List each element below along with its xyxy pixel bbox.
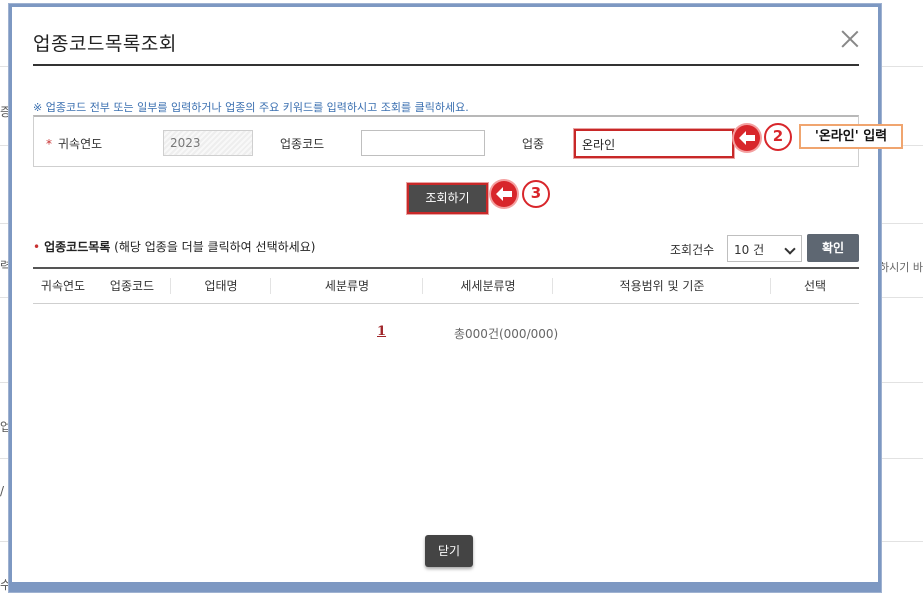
col-sub-subcategory: 세세분류명 [423,269,553,303]
industry-code-table: 귀속연도 업종코드 업태명 세분류명 세세분류명 적용범위 및 기준 선택 1 … [33,267,859,341]
col-business-type: 업태명 [171,269,271,303]
year-label-group: * 귀속연도 [46,135,102,152]
code-label: 업종코드 [280,137,325,151]
dialog-title: 업종코드목록조회 [33,33,177,55]
col-select: 선택 [803,279,827,293]
search-button[interactable]: 조회하기 [406,182,489,215]
step-2-callout: '온라인' 입력 [799,124,903,149]
pagination: 1 총000건(000/000) [33,324,859,341]
count-select[interactable]: 10 건 [727,235,802,262]
list-title-text: 업종코드목록 [44,240,111,254]
search-notice: ※ 업종코드 전부 또는 일부를 입력하거나 업종의 주요 키워드를 입력하시고… [33,101,469,114]
year-field: 2023 [163,130,253,156]
page-link-1[interactable]: 1 [377,324,386,339]
col-subcategory: 세분류명 [271,269,423,303]
title-divider [33,64,859,66]
col-scope: 적용범위 및 기준 [553,269,771,303]
list-title: • 업종코드목록 (해당 업종을 더블 클릭하여 선택하세요) [33,238,315,255]
step-2-badge: 2 [764,123,792,151]
chevron-down-icon [784,243,796,255]
bg-text-fragment: / [0,484,5,498]
industry-keyword-input[interactable]: 온라인 [573,128,735,159]
count-label: 조회건수 [670,243,715,257]
year-label: 귀속연도 [58,137,103,151]
confirm-button[interactable]: 확인 [807,234,859,262]
table-header: 귀속연도 업종코드 업태명 세분류명 세세분류명 적용범위 및 기준 선택 [33,267,859,304]
required-mark: * [46,137,52,151]
col-year: 귀속연도 [40,279,86,293]
step-3-badge: 3 [522,180,550,208]
close-icon[interactable] [840,29,860,49]
bg-text-fragment: 하시기 바 [879,261,923,274]
industry-label: 업종 [522,137,545,151]
list-bullet: • [33,240,41,254]
industry-code-input[interactable] [361,130,485,156]
total-count: 총000건(000/000) [454,327,559,341]
arrow-left-icon [491,181,517,207]
arrow-left-icon [734,125,760,151]
col-code: 업종코드 [93,269,171,303]
industry-code-dialog: 업종코드목록조회 ※ 업종코드 전부 또는 일부를 입력하거나 업종의 주요 키… [9,4,881,592]
list-title-hint: (해당 업종을 더블 클릭하여 선택하세요) [114,240,316,254]
count-select-value: 10 건 [734,243,765,257]
modal-bottom-bar [12,579,878,589]
close-button[interactable]: 닫기 [425,535,473,567]
